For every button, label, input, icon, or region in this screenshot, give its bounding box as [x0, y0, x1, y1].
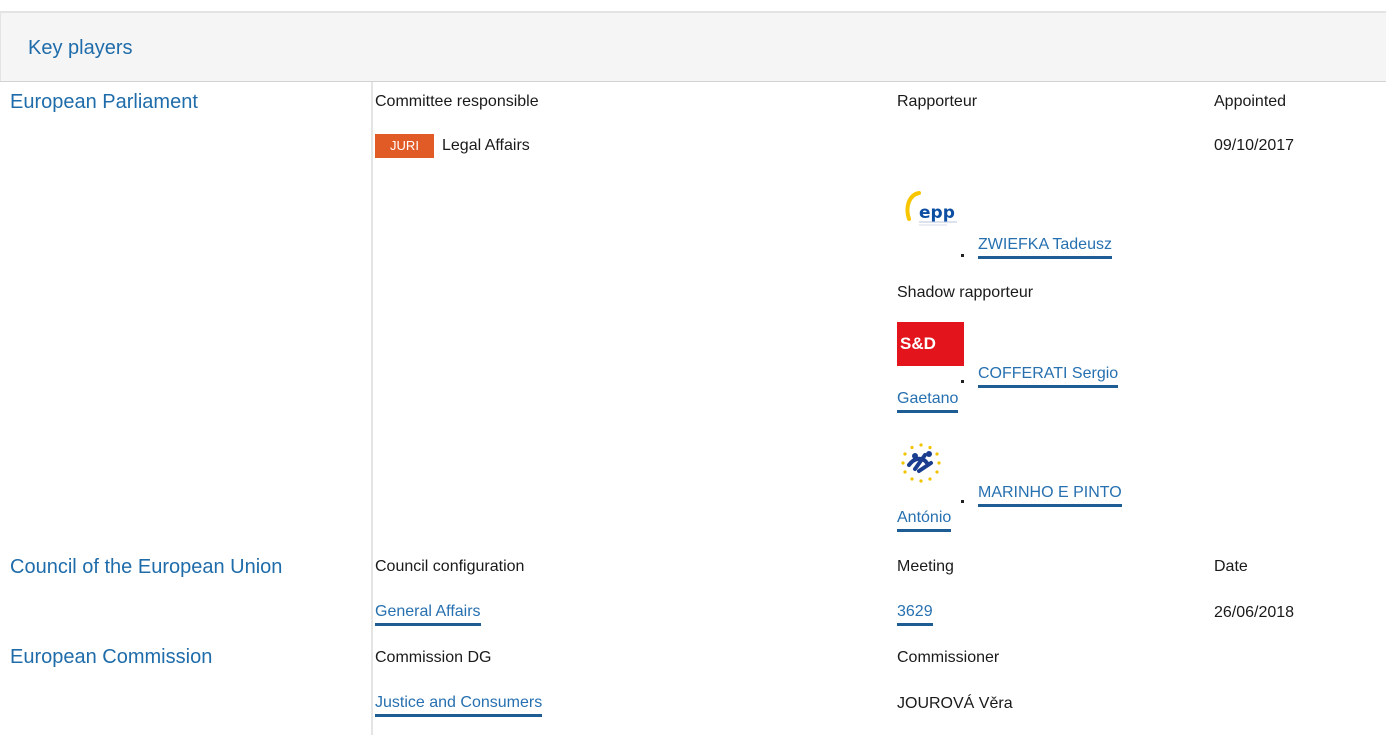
committee-name: Legal Affairs	[442, 137, 530, 154]
meeting-date: 26/06/2018	[1214, 604, 1295, 621]
alde-logo-icon	[897, 441, 945, 489]
logo-marker	[961, 380, 964, 383]
commission-dg-link[interactable]: Justice and Consumers	[375, 693, 543, 717]
date-header: Date	[1214, 558, 1248, 575]
committee-badge[interactable]: JURI	[375, 134, 434, 158]
shadow-rapporteur-link[interactable]: MARINHO E PINTO	[978, 483, 1122, 507]
logo-marker	[961, 500, 964, 503]
shadow-rapporteur-link-cont[interactable]: António	[897, 508, 952, 532]
logo-marker	[961, 254, 964, 257]
rapporteur-header: Rapporteur	[897, 93, 978, 110]
committee-header: Committee responsible	[375, 93, 539, 110]
commissioner-name: JOUROVÁ Věra	[897, 695, 1013, 712]
shadow-rapporteur-link[interactable]: COFFERATI Sergio	[978, 364, 1119, 388]
appointed-header: Appointed	[1214, 93, 1287, 110]
shadow-rapporteur-header: Shadow rapporteur	[897, 284, 1034, 301]
institution-council: Council of the European Union	[10, 556, 283, 578]
sd-logo-icon: S&D	[897, 322, 964, 366]
svg-text:epp: epp	[919, 203, 955, 223]
header-divider	[0, 81, 1386, 82]
institution-commission: European Commission	[10, 646, 213, 668]
meeting-link[interactable]: 3629	[897, 602, 933, 626]
council-config-link[interactable]: General Affairs	[375, 602, 481, 626]
shadow-rapporteur-link-cont[interactable]: Gaetano	[897, 389, 959, 413]
section-title: Key players	[28, 37, 133, 59]
appointed-date: 09/10/2017	[1214, 137, 1295, 154]
rapporteur-link[interactable]: ZWIEFKA Tadeusz	[978, 235, 1112, 259]
commissioner-header: Commissioner	[897, 649, 1000, 666]
column-divider	[371, 82, 373, 735]
institution-european-parliament: European Parliament	[10, 91, 198, 113]
epp-logo-icon: epp	[897, 189, 965, 237]
section-header: Key players	[0, 13, 1386, 81]
commission-dg-header: Commission DG	[375, 649, 492, 666]
council-config-header: Council configuration	[375, 558, 525, 575]
meeting-header: Meeting	[897, 558, 954, 575]
